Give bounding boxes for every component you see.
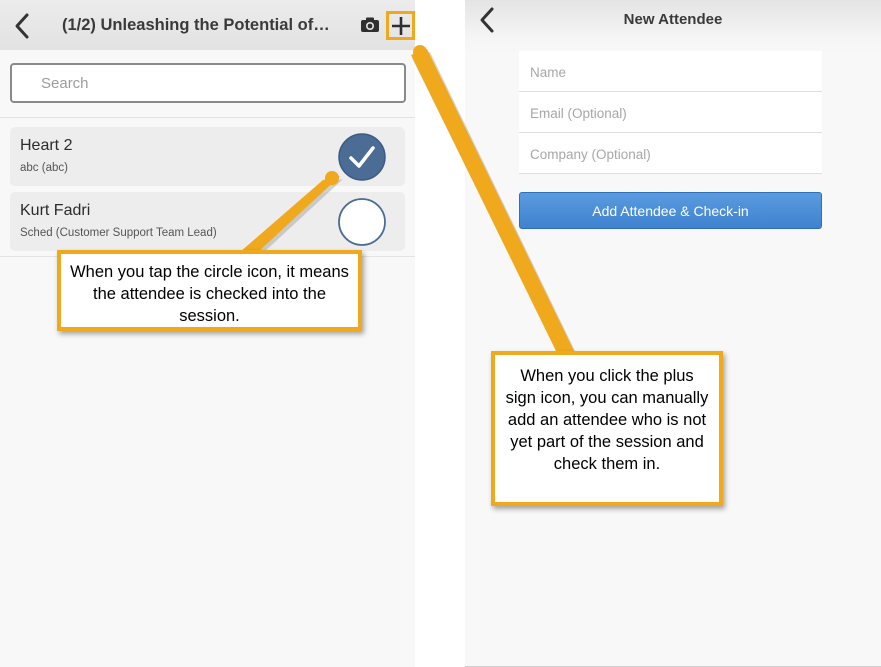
plus-highlight-frame — [386, 11, 415, 40]
circle-icon-callout: When you tap the circle icon, it means t… — [57, 250, 362, 331]
plus-icon-callout: When you click the plus sign icon, you c… — [491, 351, 723, 506]
callout-pointer — [240, 171, 343, 254]
annotation-overlay — [240, 45, 577, 355]
callout-pointer — [411, 45, 577, 355]
